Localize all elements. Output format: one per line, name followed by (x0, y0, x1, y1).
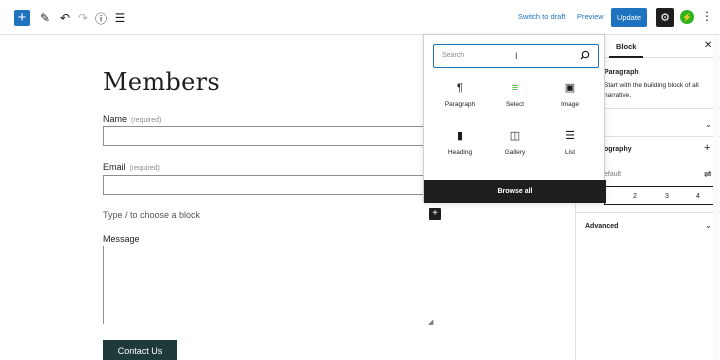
block-label: Image (560, 101, 580, 108)
size-option[interactable]: 2 (633, 193, 637, 200)
paragraph-icon: ¶ (457, 82, 463, 94)
block-label: Select (505, 101, 525, 108)
block-card-title: Paragraph (604, 69, 639, 76)
block-item-list[interactable]: ☰ List (545, 127, 595, 167)
size-option[interactable]: 3 (665, 193, 669, 200)
block-inserter-popover: Search I ¶ Paragraph ≡ Select ▣ Image ▮ … (423, 34, 606, 203)
block-appender-hint[interactable]: Type / to choose a block (103, 210, 200, 220)
gallery-icon: ◫ (509, 130, 521, 142)
divider (576, 212, 720, 213)
image-icon: ▣ (564, 82, 576, 94)
block-label: Paragraph (444, 101, 476, 108)
inline-add-block-button[interactable]: + (429, 208, 441, 220)
block-item-heading[interactable]: ▮ Heading (435, 127, 485, 167)
font-size-picker[interactable]: 2 3 4 (604, 186, 718, 205)
preview-button[interactable]: Preview (577, 12, 604, 21)
name-field[interactable] (103, 126, 453, 146)
editor-top-toolbar: + ✎ ↶ ↷ ⓘ ☰ Switch to draft Preview Upda… (0, 0, 720, 35)
active-tab-indicator (609, 56, 643, 58)
search-icon[interactable] (578, 49, 592, 63)
block-item-select[interactable]: ≡ Select (490, 79, 540, 119)
contact-us-button[interactable]: Contact Us (103, 340, 177, 360)
message-textarea[interactable] (103, 246, 436, 324)
chevron-down-icon[interactable]: ⌄ (705, 221, 712, 230)
sidebar-scrollbar[interactable] (713, 36, 719, 360)
block-item-image[interactable]: ▣ Image (545, 79, 595, 119)
block-item-paragraph[interactable]: ¶ Paragraph (435, 79, 485, 119)
block-card-description: Start with the building block of all nar… (604, 82, 699, 99)
name-field-label: Name (required) (103, 114, 161, 124)
heading-icon: ▮ (456, 130, 464, 142)
list-view-icon[interactable]: ☰ (113, 10, 127, 26)
list-icon: ☰ (565, 130, 575, 142)
chevron-down-icon[interactable]: ⌄ (705, 120, 712, 129)
email-label-text: Email (103, 162, 126, 172)
undo-icon[interactable]: ↶ (58, 10, 72, 26)
redo-icon[interactable]: ↷ (76, 10, 90, 26)
search-input[interactable]: Search I (433, 44, 599, 68)
jetpack-icon[interactable]: ⚡ (680, 10, 694, 24)
add-block-button[interactable]: + (14, 10, 30, 26)
name-required-hint: (required) (131, 117, 162, 124)
more-vertical-icon[interactable]: ⋮ (701, 9, 713, 23)
custom-size-icon[interactable]: ⇌ (704, 169, 712, 180)
page-title[interactable]: Members (103, 68, 220, 96)
email-field-label: Email (required) (103, 162, 160, 172)
search-placeholder: Search (442, 52, 465, 59)
settings-button[interactable]: ⚙ (656, 8, 674, 27)
update-button[interactable]: Update (611, 8, 647, 27)
resize-handle-icon[interactable]: ◢ (428, 318, 433, 326)
name-label-text: Name (103, 114, 128, 124)
email-required-hint: (required) (129, 165, 160, 172)
block-label: Heading (447, 149, 473, 156)
block-item-gallery[interactable]: ◫ Gallery (490, 127, 540, 167)
plus-icon: + (17, 9, 27, 26)
select-icon: ≡ (511, 82, 519, 94)
pencil-icon[interactable]: ✎ (38, 10, 52, 26)
gear-icon: ⚙ (660, 12, 670, 24)
tab-block[interactable]: Block (616, 42, 636, 51)
typography-panel-title[interactable]: ography (604, 146, 632, 153)
close-icon[interactable]: ✕ (704, 40, 712, 51)
advanced-panel-title[interactable]: Advanced (585, 223, 618, 230)
plus-icon[interactable]: + (704, 142, 710, 154)
email-field[interactable] (103, 175, 453, 195)
switch-to-draft-button[interactable]: Switch to draft (518, 12, 566, 21)
message-label: Message (103, 234, 140, 244)
info-icon[interactable]: ⓘ (94, 10, 108, 26)
size-option[interactable]: 4 (696, 193, 700, 200)
block-label: Gallery (504, 149, 526, 156)
text-cursor-icon: I (515, 51, 518, 61)
font-size-default-label: efault (604, 171, 622, 178)
block-label: List (564, 149, 576, 156)
browse-all-button[interactable]: Browse all (424, 180, 606, 203)
